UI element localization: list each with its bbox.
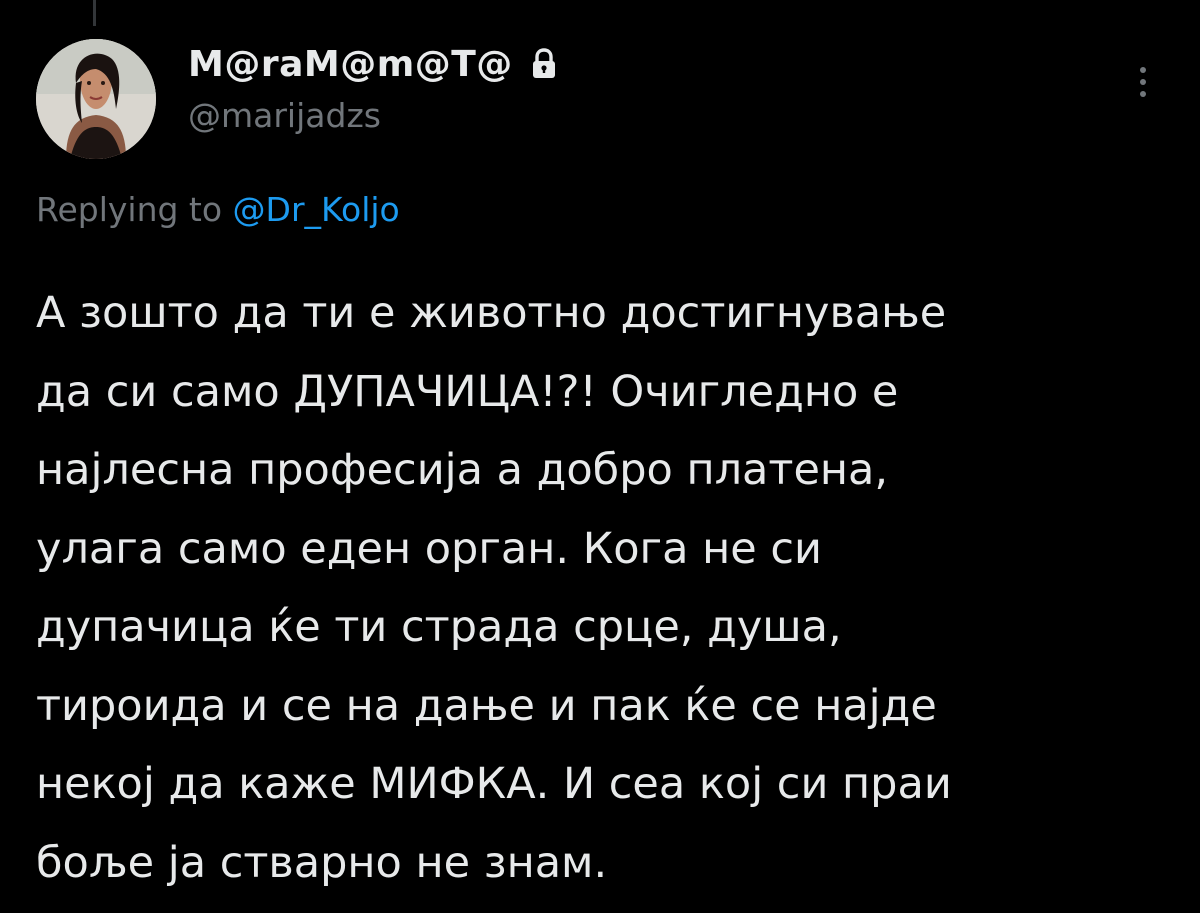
avatar[interactable] xyxy=(36,39,156,159)
tweet-text: А зошто да ти е животно достигнување да … xyxy=(36,274,1176,902)
tweet-text-line: некој да каже МИФКА. И сеа кој си праи xyxy=(36,759,952,809)
replying-to-mention[interactable]: @Dr_Koljo xyxy=(233,190,400,229)
tweet-text-line: тироида и се на дање и пак ќе се најде xyxy=(36,680,937,731)
replying-to: Replying to @Dr_Koljo xyxy=(36,190,400,229)
author-display-name[interactable]: M@raM@m@T@ xyxy=(188,44,513,85)
tweet: M@raM@m@T@ @marijadzs Replying to @Dr_Ko… xyxy=(0,0,1200,913)
tweet-author: M@raM@m@T@ @marijadzs xyxy=(188,40,1088,135)
tweet-text-line: боље ја стварно не знам. xyxy=(36,837,608,888)
tweet-text-line: дупачица ќе ти страда срце, душа, xyxy=(36,602,842,652)
tweet-text-line: А зошто да ти е животно достигнување xyxy=(36,288,947,338)
author-handle[interactable]: @marijadzs xyxy=(188,96,1088,135)
more-vertical-icon[interactable] xyxy=(1128,62,1158,102)
avatar-image xyxy=(36,39,156,159)
replying-to-label: Replying to xyxy=(36,190,223,229)
tweet-text-line: најлесна професија а добро платена, xyxy=(36,445,889,495)
lock-icon xyxy=(531,48,557,80)
tweet-text-line: да си само ДУПАЧИЦА!?! Очигледно е xyxy=(36,366,899,417)
name-row: M@raM@m@T@ xyxy=(188,40,1088,88)
tweet-text-line: улага само еден орган. Кога не си xyxy=(36,523,822,574)
